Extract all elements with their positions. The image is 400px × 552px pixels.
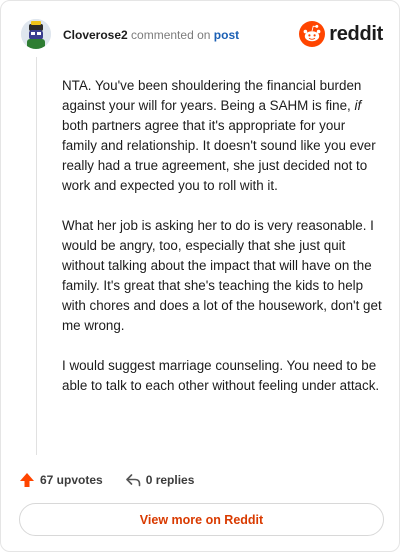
comment-header: Cloverose2 commented on post reddit <box>21 19 383 51</box>
comment-paragraph-1-part-b: both partners agree that it's appropriat… <box>62 118 376 193</box>
thread-line <box>36 57 37 455</box>
comment-paragraph-2: What her job is asking her to do is very… <box>62 218 382 333</box>
comment-footer: 67 upvotes 0 replies <box>19 470 194 490</box>
comment-paragraph-1-part-a: NTA. You've been shouldering the financi… <box>62 78 362 113</box>
post-link[interactable]: post <box>214 28 239 42</box>
reply-arrow-icon <box>125 474 141 487</box>
comment-embed-card: Cloverose2 commented on post reddit NTA.… <box>0 0 400 552</box>
reddit-logo-icon <box>299 21 326 47</box>
comment-emphasis: if <box>354 98 362 113</box>
comment-meta: Cloverose2 commented on post <box>63 27 239 43</box>
user-avatar[interactable] <box>21 19 51 49</box>
comment-paragraph-1: NTA. You've been shouldering the financi… <box>62 76 382 196</box>
view-more-button[interactable]: View more on Reddit <box>19 503 384 536</box>
comment-paragraph-3: I would suggest marriage counseling. You… <box>62 358 380 393</box>
reddit-wordmark: reddit <box>329 22 383 45</box>
username[interactable]: Cloverose2 <box>63 28 128 42</box>
upvote-count: 67 upvotes <box>40 473 103 487</box>
upvote-button[interactable]: 67 upvotes <box>19 472 103 488</box>
avatar-image <box>21 19 51 49</box>
reply-count: 0 replies <box>145 473 195 487</box>
comment-body: NTA. You've been shouldering the financi… <box>62 76 382 416</box>
reddit-brand[interactable]: reddit <box>299 21 383 47</box>
action-text: commented on <box>131 28 211 42</box>
upvote-arrow-icon <box>20 473 34 487</box>
reply-button[interactable]: 0 replies <box>125 472 195 488</box>
